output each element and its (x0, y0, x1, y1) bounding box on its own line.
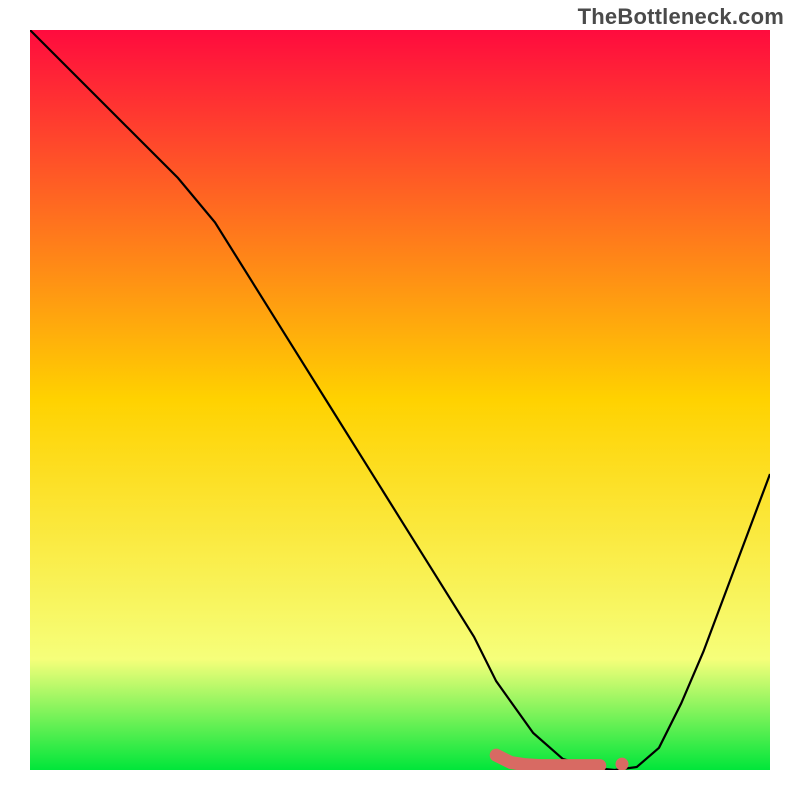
plot-area (30, 30, 770, 770)
chart-svg (30, 30, 770, 770)
watermark-text: TheBottleneck.com (578, 4, 784, 30)
chart-stage: TheBottleneck.com (0, 0, 800, 800)
